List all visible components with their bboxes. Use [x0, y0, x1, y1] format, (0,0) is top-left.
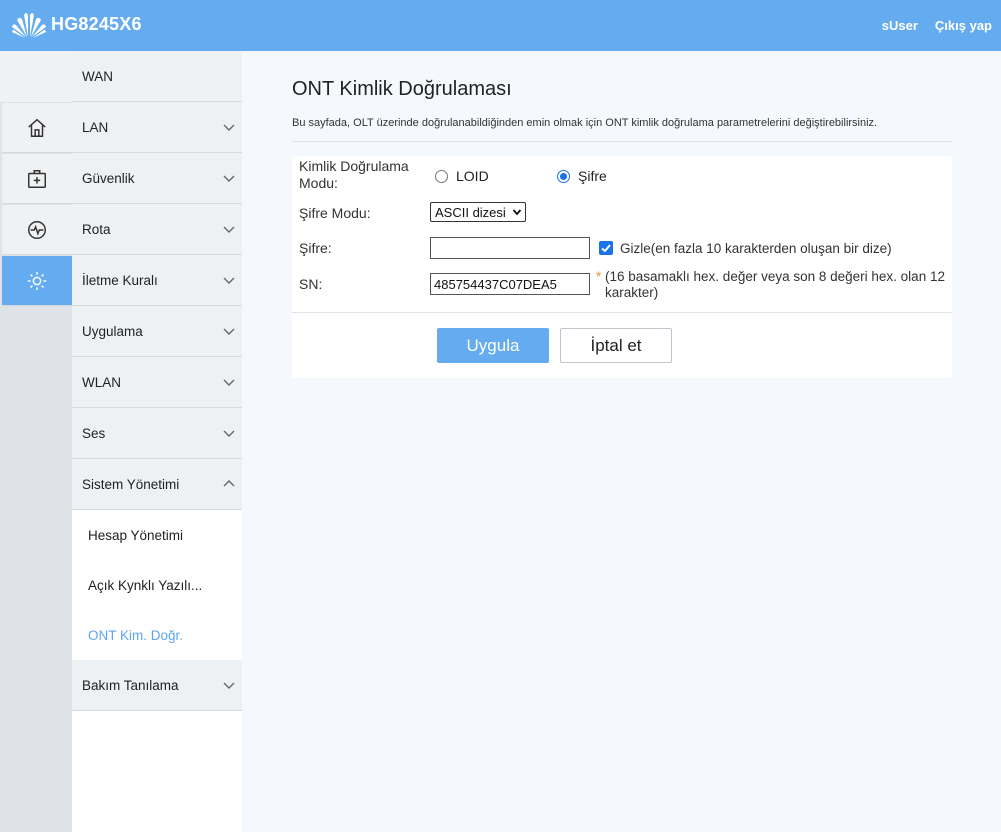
submenu-item-label: ONT Kim. Doğr. — [88, 627, 184, 643]
sn-hint: (16 basamaklı hex. değer veya son 8 değe… — [605, 269, 945, 300]
auth-mode-password-radio[interactable]: Şifre — [557, 168, 607, 184]
page-title: ONT Kimlik Doğrulaması — [292, 78, 512, 100]
gear-icon — [27, 271, 47, 290]
menu-item-lan[interactable]: LAN — [72, 102, 242, 153]
chevron-down-icon — [512, 209, 522, 216]
menu-item-wlan[interactable]: WLAN — [72, 357, 242, 408]
menu-item-label: Rota — [82, 221, 111, 237]
menu-item-label: Güvenlik — [82, 170, 135, 186]
password-mode-label: Şifre Modu: — [299, 205, 371, 221]
cancel-button[interactable]: İptal et — [560, 328, 672, 363]
auth-form-panel: Kimlik Doğrulama Modu: LOID Şifre Şifre … — [292, 156, 952, 378]
main-content: ONT Kimlik Doğrulaması Bu sayfada, OLT ü… — [242, 51, 1001, 832]
status-nav-button[interactable] — [2, 205, 72, 255]
menu-item-security[interactable]: Güvenlik — [72, 153, 242, 204]
menu-item-label: Sistem Yönetimi — [82, 476, 180, 492]
menu-item-route[interactable]: Rota — [72, 204, 242, 255]
chevron-up-icon — [223, 480, 235, 487]
menu-item-label: Bakım Tanılama — [82, 677, 179, 693]
submenu-item-label: Hesap Yönetimi — [88, 527, 184, 543]
chevron-down-icon — [223, 682, 235, 689]
sn-input[interactable]: 485754437C07DEA5 — [430, 273, 590, 295]
menu-item-label: İletme Kuralı — [82, 272, 158, 288]
password-mode-select[interactable]: ASCII dizesi — [430, 202, 526, 222]
pulse-icon — [28, 220, 46, 239]
submenu-item-ont-auth[interactable]: ONT Kim. Doğr. — [72, 610, 242, 660]
submenu-item-label: Açık Kynklı Yazılı... — [88, 577, 203, 593]
chevron-down-icon — [223, 277, 235, 284]
huawei-logo-icon — [12, 13, 46, 38]
menu-item-label: WAN — [82, 68, 113, 84]
chevron-down-icon — [223, 175, 235, 182]
password-input[interactable] — [430, 237, 590, 259]
diagnostics-nav-button[interactable] — [2, 154, 72, 204]
menu-item-label: WLAN — [82, 374, 122, 390]
select-value: ASCII dizesi — [435, 204, 506, 220]
icon-sidebar-top — [0, 51, 72, 102]
logout-link[interactable]: Çıkış yap — [935, 18, 992, 33]
auth-mode-label: Kimlik Doğrulama Modu: — [299, 158, 409, 191]
hide-password-checkbox[interactable] — [599, 241, 613, 255]
submenu-item-open-source-software[interactable]: Açık Kynklı Yazılı... — [72, 560, 242, 610]
brand-logo: HG8245X6 — [11, 9, 142, 39]
radio-dot — [557, 169, 570, 183]
user-link[interactable]: sUser — [882, 18, 918, 33]
top-header: HG8245X6 sUser Çıkış yap — [0, 0, 1001, 51]
radio-label: LOID — [456, 168, 489, 184]
chevron-down-icon — [223, 328, 235, 335]
form-divider — [292, 312, 952, 313]
chevron-down-icon — [223, 124, 235, 131]
auth-mode-loid-radio[interactable]: LOID — [435, 168, 489, 184]
menu-item-system-management[interactable]: Sistem Yönetimi — [72, 459, 242, 510]
menu-item-application[interactable]: Uygulama — [72, 306, 242, 357]
menu-item-forwarding-rules[interactable]: İletme Kuralı — [72, 255, 242, 306]
checkmark-icon — [601, 244, 611, 253]
chevron-down-icon — [223, 379, 235, 386]
nav-menu: WAN LAN Güvenlik Rota İletme Kuralı Uygu… — [72, 51, 242, 832]
password-label: Şifre: — [299, 240, 332, 256]
home-icon — [28, 118, 46, 137]
radio-dot — [435, 169, 448, 183]
menu-item-label: Ses — [82, 425, 106, 441]
chevron-down-icon — [223, 430, 235, 437]
apply-button[interactable]: Uygula — [437, 328, 549, 363]
submenu-item-account-management[interactable]: Hesap Yönetimi — [72, 510, 242, 560]
sn-label: SN: — [299, 276, 323, 292]
menu-item-wan[interactable]: WAN — [72, 51, 242, 102]
menu-item-label: LAN — [82, 119, 109, 135]
radio-label: Şifre — [578, 168, 607, 184]
menu-item-voice[interactable]: Ses — [72, 408, 242, 459]
required-marker: * — [596, 269, 602, 284]
chevron-down-icon — [223, 226, 235, 233]
home-nav-button[interactable] — [2, 103, 72, 153]
first-aid-icon — [28, 169, 46, 188]
settings-nav-button[interactable] — [2, 256, 84, 306]
menu-item-maintenance-diagnosis[interactable]: Bakım Tanılama — [72, 660, 242, 711]
menu-item-label: Uygulama — [82, 323, 143, 339]
brand-name: HG8245X6 — [51, 13, 142, 34]
hide-password-label: Gizle(en fazla 10 karakterden oluşan bir… — [620, 241, 892, 256]
page-description: Bu sayfada, OLT üzerinde doğrulanabildiğ… — [292, 117, 952, 142]
